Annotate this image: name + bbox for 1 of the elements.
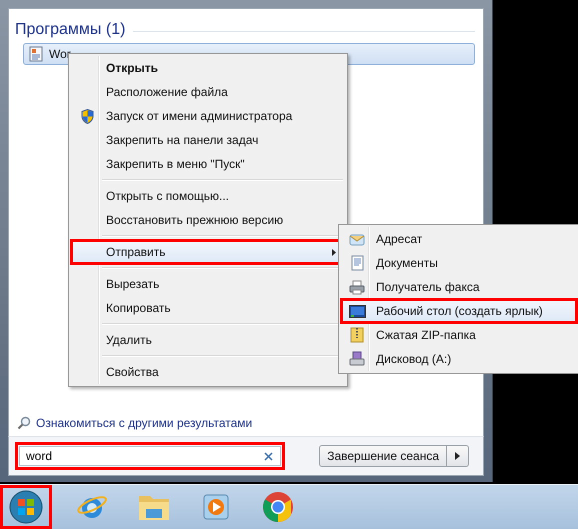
- section-header: Программы (1): [15, 21, 126, 39]
